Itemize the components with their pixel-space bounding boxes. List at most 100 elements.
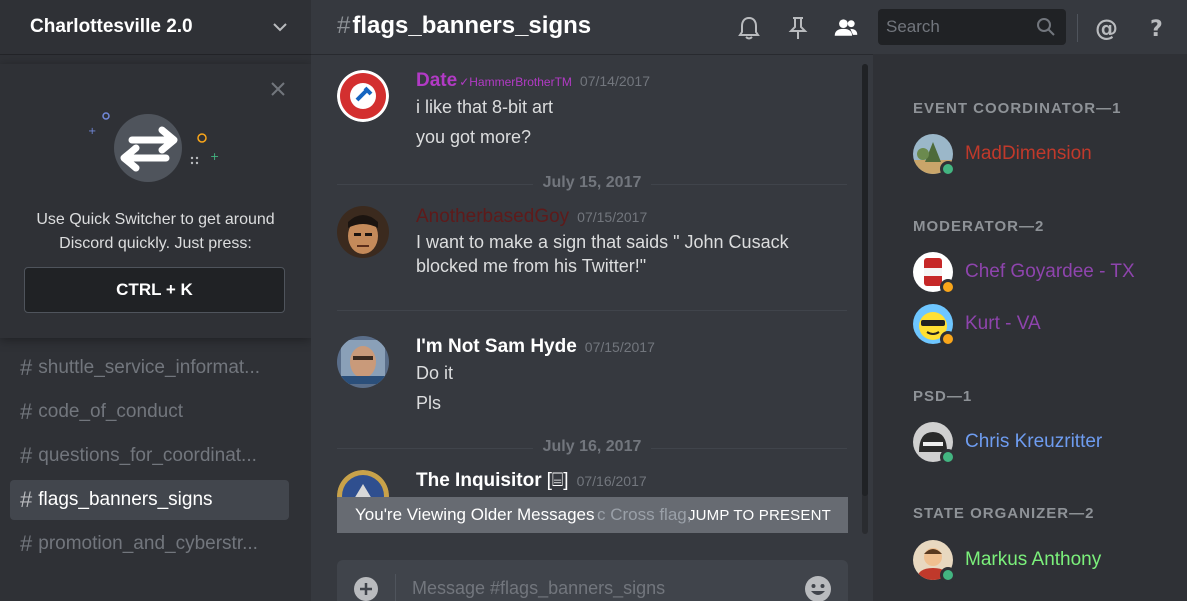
search-box[interactable] (878, 9, 1066, 45)
channel-item-questions[interactable]: # questions_for_coordinat... (10, 436, 289, 476)
avatar[interactable] (337, 70, 389, 122)
member-item[interactable]: Chris Kreuzritter (913, 420, 1102, 465)
user-tag: ✓HammerBrotherTM (459, 75, 572, 89)
channel-list: # confirmed_participants # shuttle_servi… (0, 311, 311, 568)
message-peek-text: c Cross flag, (597, 505, 692, 524)
emoji-icon[interactable] (804, 575, 832, 601)
message-header: I'm Not Sam Hyde 07/15/2017 (416, 336, 856, 358)
jump-to-present-button[interactable]: JUMP TO PRESENT (688, 507, 831, 524)
message-line: i like that 8-bit art (416, 97, 554, 117)
composer-divider (395, 574, 396, 601)
username[interactable]: Date (416, 70, 457, 92)
quick-switcher-popout: + + Use Quick Switcher to get around Dis… (0, 64, 311, 338)
message-line: blocked me from his Twitter!" (416, 256, 647, 276)
pin-icon[interactable] (785, 15, 811, 41)
member-name: Kurt - VA (965, 313, 1041, 334)
channel-title: flags_banners_signs (352, 12, 592, 39)
svg-text:?: ? (1150, 17, 1163, 41)
server-header[interactable]: Charlottesville 2.0 (0, 0, 311, 54)
member-name: Markus Anthony (965, 549, 1102, 570)
message-list: Date ✓HammerBrotherTM 07/14/2017 i like … (311, 64, 863, 534)
username[interactable]: I'm Not Sam Hyde (416, 336, 577, 358)
member-item[interactable]: Markus Anthony (913, 538, 1102, 583)
member-item[interactable]: MadDimension (913, 132, 1092, 177)
scrollbar-thumb[interactable] (862, 64, 868, 496)
channel-label: code_of_conduct (38, 401, 183, 422)
svg-text:+: + (88, 126, 96, 137)
member-name: Chef Goyardee - TX (965, 261, 1135, 282)
message-line: Pls (416, 393, 442, 413)
online-status-icon (940, 567, 956, 583)
older-messages-text: You're Viewing Older Messages (355, 505, 595, 524)
hint-line-2: Discord quickly. Just press: (59, 235, 252, 252)
avatar[interactable] (337, 206, 389, 258)
timestamp: 07/15/2017 (584, 339, 655, 355)
message-content: I'm Not Sam Hyde 07/15/2017 Do it Pls (416, 336, 856, 418)
message-input[interactable] (412, 578, 792, 599)
channel-item-shuttle-service[interactable]: # shuttle_service_informat... (10, 348, 289, 388)
role-header: MODERATOR—2 (913, 218, 1045, 235)
older-messages-banner[interactable]: You're Viewing Older Messages c Cross fl… (337, 497, 848, 533)
upload-plus-icon[interactable] (353, 576, 379, 601)
channel-header: #flags_banners_signs @ ? (311, 0, 1187, 54)
message-composer (337, 560, 848, 601)
channel-label: flags_banners_signs (38, 489, 213, 510)
avatar (913, 304, 956, 347)
message-line: I want to make a sign that saids " John … (416, 232, 789, 252)
avatar (913, 134, 956, 177)
hint-line-1: Use Quick Switcher to get around (36, 211, 275, 228)
online-status-icon (940, 449, 956, 465)
idle-status-icon (940, 279, 956, 295)
photo-avatar-icon (337, 336, 389, 388)
hash-icon: # (20, 487, 33, 512)
message-content: Date ✓HammerBrotherTM 07/14/2017 i like … (416, 70, 856, 152)
quick-switcher-arrows-icon: + + (88, 112, 219, 182)
header-divider (1077, 14, 1078, 42)
username[interactable]: The Inquisitor (416, 470, 542, 492)
channel-label: questions_for_coordinat... (38, 445, 257, 466)
help-icon[interactable]: ? (1144, 15, 1170, 41)
avatar (913, 422, 956, 465)
role-header: STATE ORGANIZER—2 (913, 505, 1095, 522)
hash-icon: # (20, 355, 33, 380)
date-divider: July 15, 2017 (337, 174, 847, 194)
member-item[interactable]: Kurt - VA (913, 302, 1041, 347)
member-item[interactable]: Chef Goyardee - TX (913, 250, 1135, 295)
search-input[interactable] (886, 17, 1026, 37)
timestamp: 07/16/2017 (576, 473, 647, 489)
channel-item-promotion[interactable]: # promotion_and_cyberstr... (10, 524, 289, 564)
channel-item-code-of-conduct[interactable]: # code_of_conduct (10, 392, 289, 432)
hash-icon: # (20, 399, 33, 424)
channel-item-flags-banners-signs[interactable]: # flags_banners_signs (10, 480, 289, 520)
svg-text:+: + (210, 150, 219, 163)
message-content: AnotherbasedGoy 07/15/2017 I want to mak… (416, 206, 856, 276)
member-list: EVENT COORDINATOR—1 MadDimension MODERAT… (873, 54, 1187, 601)
avatar (913, 252, 956, 295)
avatar[interactable] (337, 336, 389, 388)
hash-icon: # (337, 12, 351, 39)
date-divider: July 16, 2017 (337, 438, 847, 458)
message-scrollbar[interactable] (862, 64, 868, 534)
role-header: PSD—1 (913, 388, 973, 405)
timestamp: 07/14/2017 (579, 73, 650, 89)
search-icon (1037, 18, 1055, 36)
username[interactable]: AnotherbasedGoy (416, 206, 569, 228)
quick-switcher-shortcut-button[interactable]: CTRL + K (24, 267, 285, 313)
message-line: Do it (416, 363, 454, 383)
channel-label: promotion_and_cyberstr... (38, 533, 258, 554)
message-header: Date ✓HammerBrotherTM 07/14/2017 (416, 70, 856, 92)
server-name: Charlottesville 2.0 (30, 16, 193, 37)
bell-icon[interactable] (736, 15, 762, 41)
mention-icon[interactable]: @ (1094, 15, 1120, 41)
member-name: MadDimension (965, 143, 1092, 164)
close-icon[interactable] (269, 80, 287, 98)
user-badge: [⌸] (546, 470, 569, 491)
svg-text:@: @ (1095, 16, 1118, 41)
page-title: #flags_banners_signs (337, 12, 591, 40)
hash-icon: # (20, 531, 33, 556)
chevron-down-icon[interactable] (271, 18, 289, 36)
idle-status-icon (940, 331, 956, 347)
date-divider-label: July 16, 2017 (532, 438, 652, 455)
members-icon[interactable] (833, 15, 859, 41)
arm-hammer-avatar-icon (337, 70, 389, 122)
